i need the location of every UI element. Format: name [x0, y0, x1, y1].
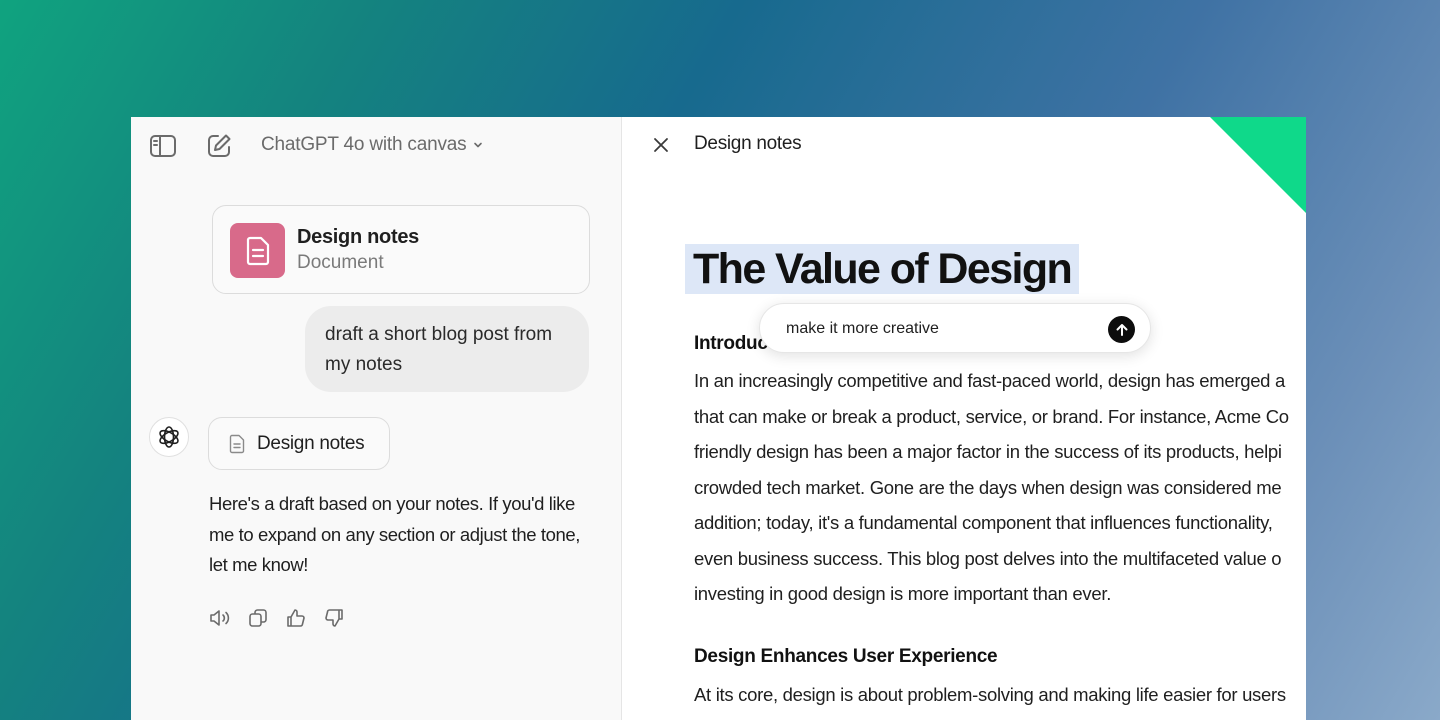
thumbs-down-icon — [325, 609, 343, 627]
send-button[interactable] — [1108, 316, 1135, 343]
document-heading[interactable]: The Value of Design — [685, 244, 1080, 294]
arrow-up-icon — [1116, 323, 1127, 336]
document-card-subtitle: Document — [297, 252, 384, 273]
document-card-icon — [230, 223, 285, 278]
chat-top-bar: ChatGPT 4o with canvas — [131, 117, 621, 173]
assistant-message-line: me to expand on any section or adjust th… — [209, 523, 580, 545]
openai-logo-icon — [159, 426, 179, 448]
introduction-paragraph[interactable]: In an increasingly competitive and fast-… — [694, 363, 1306, 612]
read-aloud-button[interactable] — [209, 607, 231, 629]
user-message-line: draft a short blog post from — [325, 324, 553, 345]
inline-edit-prompt — [759, 303, 1151, 353]
paragraph-line: addition; today, it's a fundamental comp… — [694, 512, 1273, 533]
canvas-panel: Design notes The Value of Design Introdu… — [622, 117, 1306, 720]
document-chip[interactable]: Design notes — [208, 417, 390, 470]
document-icon — [229, 434, 245, 453]
edit-icon — [208, 134, 231, 157]
paragraph-line: even business success. This blog post de… — [694, 547, 1282, 569]
assistant-message-line: Here's a draft based on your notes. If y… — [209, 493, 575, 514]
sidebar-toggle-icon — [150, 135, 176, 157]
app-window: ChatGPT 4o with canvas Design notes Docu… — [131, 117, 1306, 720]
assistant-message: Here's a draft based on your notes. If y… — [209, 489, 599, 581]
copy-icon — [249, 609, 267, 627]
paragraph-line: friendly design has been a major factor … — [694, 441, 1282, 462]
paragraph-line: In an increasingly competitive and fast-… — [694, 370, 1286, 391]
section-heading-user-experience: Design Enhances User Experience — [694, 646, 998, 667]
corner-accent — [1210, 117, 1306, 213]
document-chip-label: Design notes — [257, 432, 365, 454]
chevron-down-icon — [474, 142, 483, 148]
paragraph-line: investing in good design is more importa… — [694, 583, 1112, 604]
message-actions — [209, 607, 345, 629]
paragraph-line: that can make or break a product, servic… — [694, 405, 1289, 427]
close-canvas-button[interactable] — [650, 134, 672, 156]
thumbs-up-icon — [287, 609, 305, 627]
canvas-title: Design notes — [694, 133, 802, 154]
sidebar-toggle-button[interactable] — [148, 132, 178, 160]
document-card[interactable]: Design notes Document — [212, 205, 590, 294]
assistant-avatar — [149, 417, 189, 457]
edit-prompt-input[interactable] — [786, 316, 1086, 342]
copy-button[interactable] — [247, 607, 269, 629]
new-chat-button[interactable] — [204, 131, 234, 161]
model-selector[interactable]: ChatGPT 4o with canvas — [261, 134, 484, 156]
close-icon — [654, 138, 668, 152]
model-label: ChatGPT 4o with canvas — [261, 134, 467, 155]
speaker-icon — [210, 610, 230, 626]
paragraph-line: At its core, design is about problem-sol… — [694, 684, 1286, 705]
document-icon — [246, 236, 269, 265]
chat-panel: ChatGPT 4o with canvas Design notes Docu… — [131, 117, 622, 720]
thumbs-up-button[interactable] — [285, 607, 307, 629]
assistant-message-line: let me know! — [209, 554, 309, 575]
document-card-title: Design notes — [297, 226, 419, 248]
introduction-heading: Introduc — [694, 333, 768, 354]
paragraph-line: crowded tech market. Gone are the days w… — [694, 476, 1282, 498]
user-experience-paragraph[interactable]: At its core, design is about problem-sol… — [694, 677, 1306, 713]
thumbs-down-button[interactable] — [323, 607, 345, 629]
user-message: draft a short blog post from my notes — [305, 306, 589, 392]
user-message-line: my notes — [325, 354, 403, 375]
